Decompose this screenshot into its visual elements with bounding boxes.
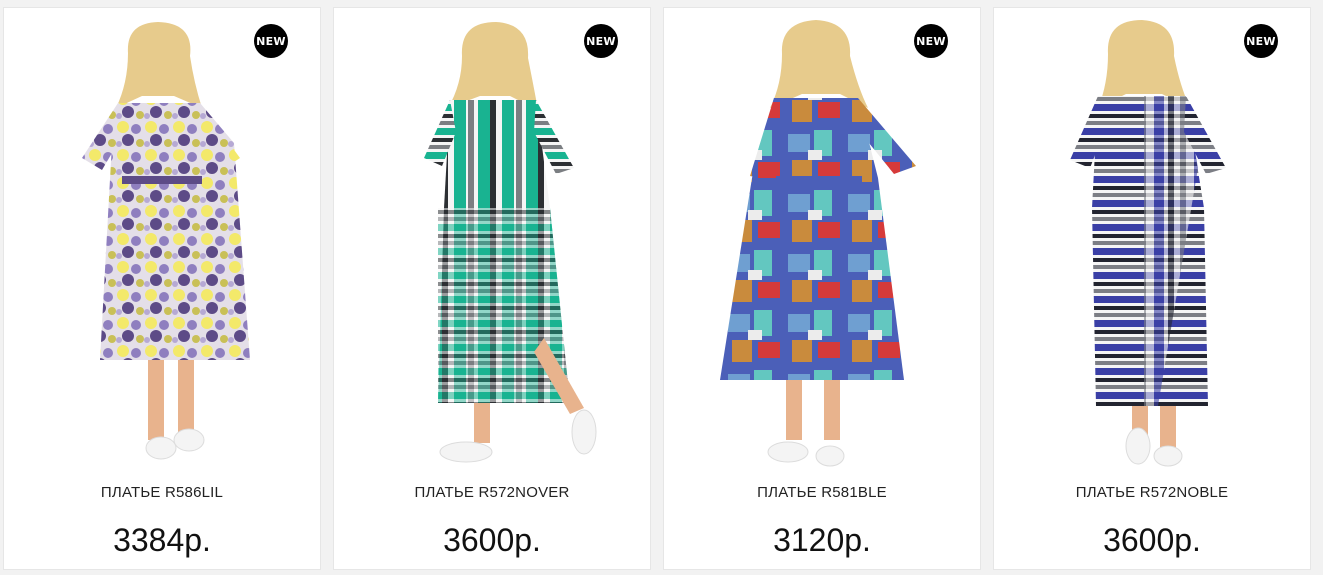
- product-name[interactable]: ПЛАТЬЕ R586LIL: [4, 484, 320, 501]
- product-image[interactable]: [664, 8, 980, 478]
- product-image[interactable]: [994, 8, 1310, 478]
- new-badge: NEW: [254, 24, 288, 58]
- product-price: 3600р.: [443, 522, 541, 558]
- product-name[interactable]: ПЛАТЬЕ R572NOBLE: [994, 484, 1310, 501]
- product-image[interactable]: [4, 8, 320, 478]
- product-name[interactable]: ПЛАТЬЕ R581BLE: [664, 484, 980, 501]
- new-badge: NEW: [914, 24, 948, 58]
- new-badge: NEW: [1244, 24, 1278, 58]
- product-price: 3384р.: [113, 522, 211, 558]
- product-grid: NEW ПЛАТЬЕ R586LIL 3384р. NEW ПЛАТЬЕ R57…: [0, 0, 1323, 575]
- new-badge: NEW: [584, 24, 618, 58]
- product-card[interactable]: NEW ПЛАТЬЕ R581BLE 3120р.: [663, 7, 981, 570]
- product-image[interactable]: [334, 8, 650, 478]
- product-card[interactable]: NEW ПЛАТЬЕ R572NOBLE 3600р.: [993, 7, 1311, 570]
- product-price: 3600р.: [1103, 522, 1201, 558]
- product-name[interactable]: ПЛАТЬЕ R572NOVER: [334, 484, 650, 501]
- product-card[interactable]: NEW ПЛАТЬЕ R586LIL 3384р.: [3, 7, 321, 570]
- product-card[interactable]: NEW ПЛАТЬЕ R572NOVER 3600р.: [333, 7, 651, 570]
- product-price: 3120р.: [773, 522, 871, 558]
